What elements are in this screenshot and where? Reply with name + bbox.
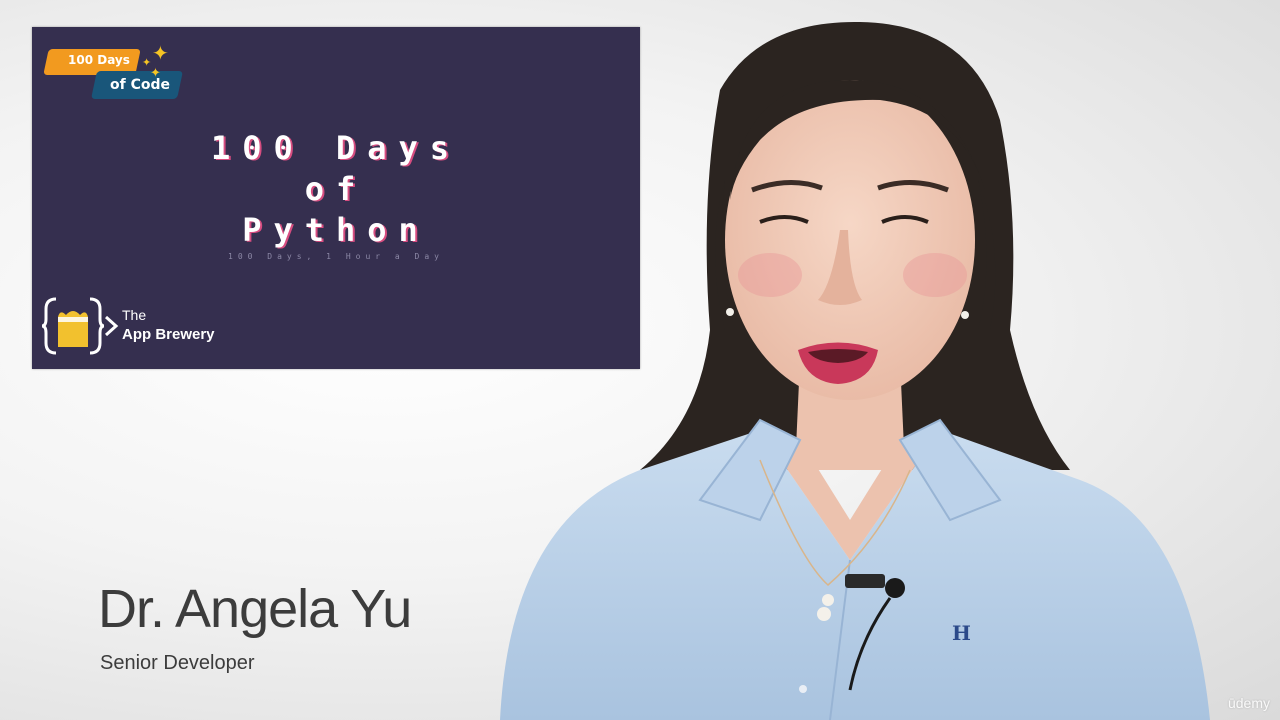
brand-line-1: The [122, 307, 147, 323]
sparkle-icon: ✦ [152, 41, 169, 65]
brand-line-2: App Brewery [122, 326, 215, 343]
presenter-photo: H [500, 21, 1210, 720]
100-days-of-code-badge: 100 Days of Code ✦ ✦ ✦ [43, 41, 184, 107]
sparkle-icon: ✦ [150, 66, 161, 81]
presenter-name: Dr. Angela Yu [98, 579, 412, 639]
presenter-role: Senior Developer [100, 652, 255, 674]
badge-line-2: of Code [110, 77, 170, 93]
badge-line-1: 100 Days [68, 53, 130, 67]
app-brewery-logo-icon [42, 297, 119, 355]
udemy-watermark: ūdemy [1227, 695, 1270, 711]
svg-text:H: H [952, 621, 971, 645]
